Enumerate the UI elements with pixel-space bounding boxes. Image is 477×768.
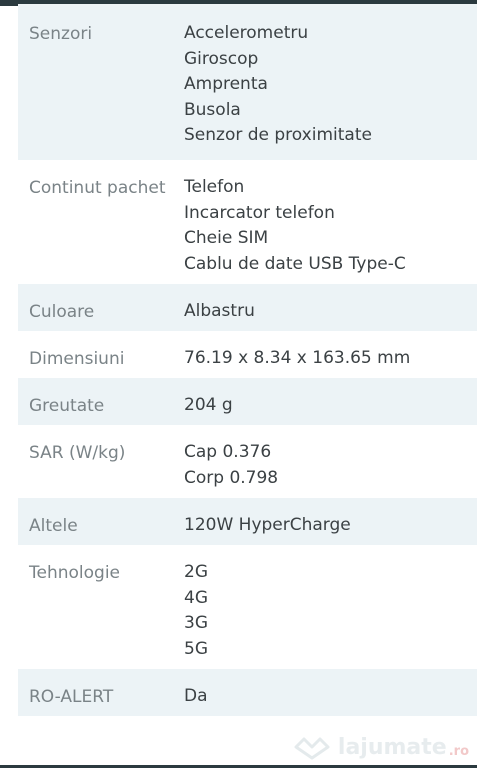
lajumate-watermark: lajumate .ro — [292, 734, 469, 760]
spec-values: 76.19 x 8.34 x 163.65 mm — [184, 346, 477, 372]
spec-value: Cablu de date USB Type-C — [184, 253, 406, 274]
spec-label: Continut pachet — [29, 178, 166, 198]
spec-row-ro-alert: RO-ALERT Da — [18, 669, 477, 716]
spec-value: Da — [184, 686, 208, 706]
spec-values: Albastru — [184, 299, 477, 325]
spec-value: Amprenta — [184, 74, 268, 95]
spec-value: 120W HyperCharge — [184, 515, 351, 535]
spec-label: Senzori — [29, 24, 93, 44]
spec-values: Telefon Incarcator telefon Cheie SIM Cab… — [184, 175, 477, 277]
spec-row-dimensiuni: Dimensiuni 76.19 x 8.34 x 163.65 mm — [18, 331, 477, 378]
spec-row-tehnologie: Tehnologie 2G 4G 3G 5G — [18, 545, 477, 669]
spec-value: 4G — [184, 587, 208, 608]
spec-value: Cap 0.376 — [184, 442, 272, 462]
spec-values: Accelerometru Giroscop Amprenta Busola S… — [184, 21, 477, 149]
spec-row-sar: SAR (W/kg) Cap 0.376 Corp 0.798 — [18, 425, 477, 498]
spec-value: 204 g — [184, 395, 233, 415]
spec-value: 76.19 x 8.34 x 163.65 mm — [184, 348, 411, 368]
spec-values: Da — [184, 684, 477, 710]
spec-values: 120W HyperCharge — [184, 513, 477, 539]
bottom-border — [0, 762, 477, 768]
spec-label: Dimensiuni — [29, 349, 125, 369]
spec-values: 204 g — [184, 393, 477, 419]
spec-row-greutate: Greutate 204 g — [18, 378, 477, 425]
spec-label: RO-ALERT — [29, 687, 114, 707]
watermark-brand: lajumate — [337, 734, 447, 760]
spec-label: Altele — [29, 516, 78, 536]
spec-row-continut-pachet: Continut pachet Telefon Incarcator telef… — [18, 160, 477, 284]
spec-label: Tehnologie — [29, 563, 121, 583]
spec-row-culoare: Culoare Albastru — [18, 284, 477, 331]
spec-value: 3G — [184, 613, 208, 634]
spec-row-senzori: Senzori Accelerometru Giroscop Amprenta … — [18, 6, 477, 160]
specifications-table: Senzori Accelerometru Giroscop Amprenta … — [18, 6, 477, 716]
spec-label: Greutate — [29, 396, 105, 416]
spec-values: 2G 4G 3G 5G — [184, 560, 477, 662]
spec-value: Accelerometru — [184, 23, 309, 43]
spec-value: Telefon — [184, 177, 245, 197]
spec-value: Cheie SIM — [184, 228, 269, 249]
watermark-tld: .ro — [448, 743, 469, 759]
spec-value: 2G — [184, 562, 208, 582]
spec-label: SAR (W/kg) — [29, 443, 126, 463]
spec-value: Albastru — [184, 301, 255, 321]
spec-value: Incarcator telefon — [184, 202, 335, 223]
spec-label: Culoare — [29, 302, 95, 322]
lajumate-logo-icon — [294, 737, 330, 760]
spec-value: Busola — [184, 99, 241, 120]
spec-value: Giroscop — [184, 48, 259, 69]
spec-value: Corp 0.798 — [184, 467, 279, 488]
spec-value: 5G — [184, 638, 208, 659]
spec-row-altele: Altele 120W HyperCharge — [18, 498, 477, 545]
spec-values: Cap 0.376 Corp 0.798 — [184, 440, 477, 491]
spec-value: Senzor de proximitate — [184, 125, 372, 146]
